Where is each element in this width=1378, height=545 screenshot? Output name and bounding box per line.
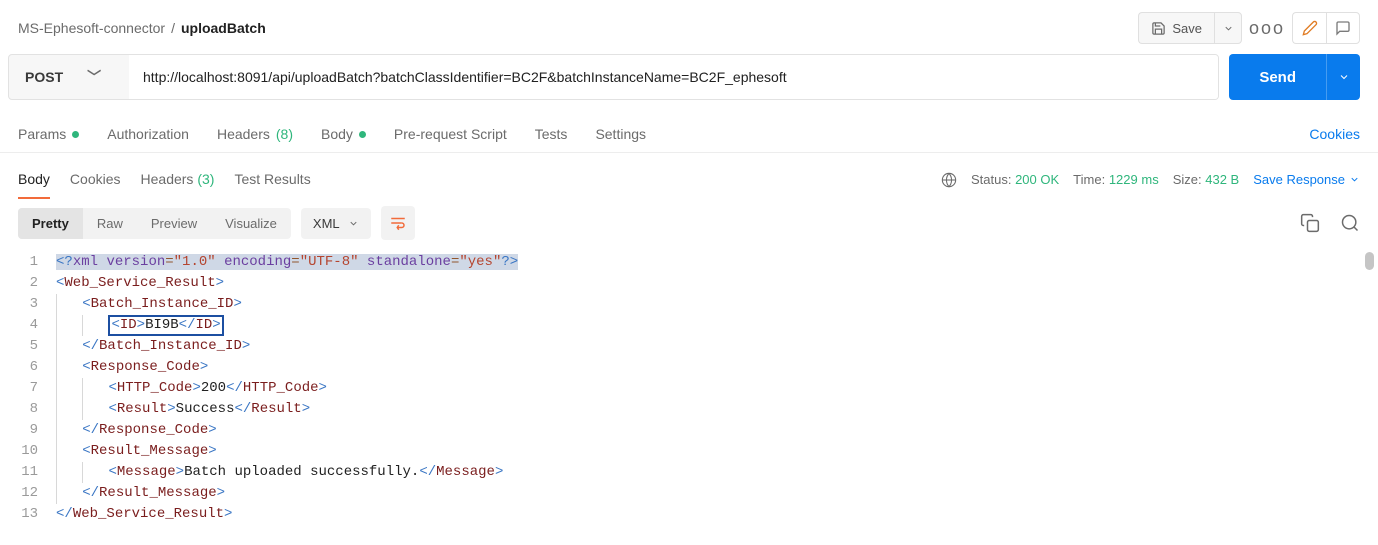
line-number: 10 [0,441,56,462]
url-input[interactable] [129,55,1218,99]
code-line: <Batch_Instance_ID> [56,294,242,315]
code-line: </Response_Code> [56,420,217,441]
resp-tab-body[interactable]: Body [18,161,50,199]
chevron-down-icon [1223,23,1234,34]
code-line: <Result_Message> [56,441,217,462]
globe-icon[interactable] [941,172,957,188]
send-dropdown-button[interactable] [1326,54,1360,100]
code-line: </Web_Service_Result> [56,504,232,525]
line-number: 4 [0,315,56,336]
time-label: Time: 1229 ms [1073,172,1159,187]
http-method-select[interactable]: POST ﹀ [9,55,129,99]
request-bar: POST ﹀ [8,54,1219,100]
code-line: <Response_Code> [56,357,208,378]
chevron-down-icon [1338,71,1350,83]
line-number: 8 [0,399,56,420]
format-select[interactable]: XML [301,208,371,239]
response-body-viewer[interactable]: 1<?xml version="1.0" encoding="UTF-8" st… [0,248,1378,545]
save-dropdown-button[interactable] [1214,12,1242,44]
code-line: <ID>BI9B</ID> [56,315,224,336]
chevron-down-icon: ﹀ [87,67,101,87]
chevron-down-icon [1349,174,1360,185]
edit-button[interactable] [1292,12,1326,44]
tab-settings[interactable]: Settings [595,116,646,152]
save-icon [1151,21,1166,36]
line-number: 2 [0,273,56,294]
pencil-icon [1302,20,1318,36]
code-line: <HTTP_Code>200</HTTP_Code> [56,378,327,399]
line-number: 12 [0,483,56,504]
line-number: 13 [0,504,56,525]
line-number: 9 [0,420,56,441]
highlighted-id: <ID>BI9B</ID> [108,315,223,336]
breadcrumb-parent[interactable]: MS-Ephesoft-connector [18,20,165,36]
search-button[interactable] [1340,213,1360,233]
wrap-icon [389,214,407,232]
resp-tab-cookies[interactable]: Cookies [70,161,121,198]
view-tab-preview[interactable]: Preview [137,208,211,239]
copy-button[interactable] [1300,213,1320,233]
code-line: <?xml version="1.0" encoding="UTF-8" sta… [56,252,518,273]
code-line: <Result>Success</Result> [56,399,310,420]
resp-tab-headers[interactable]: Headers (3) [141,161,215,198]
view-tab-visualize[interactable]: Visualize [211,208,291,239]
line-number: 6 [0,357,56,378]
resp-tab-test-results[interactable]: Test Results [234,161,310,198]
tab-headers[interactable]: Headers (8) [217,116,293,152]
time-value: 1229 ms [1109,172,1159,187]
size-value: 432 B [1205,172,1239,187]
active-dot-icon [359,131,366,138]
tab-authorization[interactable]: Authorization [107,116,189,152]
save-button[interactable]: Save [1138,12,1214,44]
comments-button[interactable] [1326,12,1360,44]
cookies-link[interactable]: Cookies [1309,126,1360,142]
tab-headers-count: (8) [276,126,293,142]
code-line: <Message>Batch uploaded successfully.</M… [56,462,503,483]
tab-body-label: Body [321,126,353,142]
tab-params[interactable]: Params [18,116,79,152]
breadcrumb-current: uploadBatch [181,20,266,36]
chevron-down-icon [348,218,359,229]
save-button-label: Save [1172,21,1202,36]
breadcrumb-separator: / [171,20,175,36]
code-line: </Batch_Instance_ID> [56,336,250,357]
line-number: 7 [0,378,56,399]
line-number: 1 [0,252,56,273]
breadcrumb: MS-Ephesoft-connector / uploadBatch [18,20,266,36]
comment-icon [1335,20,1351,36]
size-label: Size: 432 B [1173,172,1240,187]
tab-headers-label: Headers [217,126,270,142]
more-actions-button[interactable]: ooo [1250,12,1284,44]
view-tab-raw[interactable]: Raw [83,208,137,239]
line-number: 5 [0,336,56,357]
tab-prerequest[interactable]: Pre-request Script [394,116,507,152]
resp-tab-headers-count: (3) [197,171,214,187]
http-method-value: POST [25,69,63,85]
code-line: <Web_Service_Result> [56,273,224,294]
scrollbar-thumb[interactable] [1365,252,1374,270]
view-tab-pretty[interactable]: Pretty [18,208,83,239]
tab-body[interactable]: Body [321,116,366,152]
line-number: 3 [0,294,56,315]
status-label: Status: 200 OK [971,172,1059,187]
line-number: 11 [0,462,56,483]
resp-tab-headers-label: Headers [141,171,194,187]
active-dot-icon [72,131,79,138]
tab-tests[interactable]: Tests [535,116,568,152]
code-line: </Result_Message> [56,483,225,504]
send-button[interactable]: Send [1229,54,1326,100]
wrap-lines-button[interactable] [381,206,415,240]
save-response-button[interactable]: Save Response [1253,172,1360,187]
format-value: XML [313,216,340,231]
tab-params-label: Params [18,126,66,142]
status-value: 200 OK [1015,172,1059,187]
save-response-label: Save Response [1253,172,1345,187]
